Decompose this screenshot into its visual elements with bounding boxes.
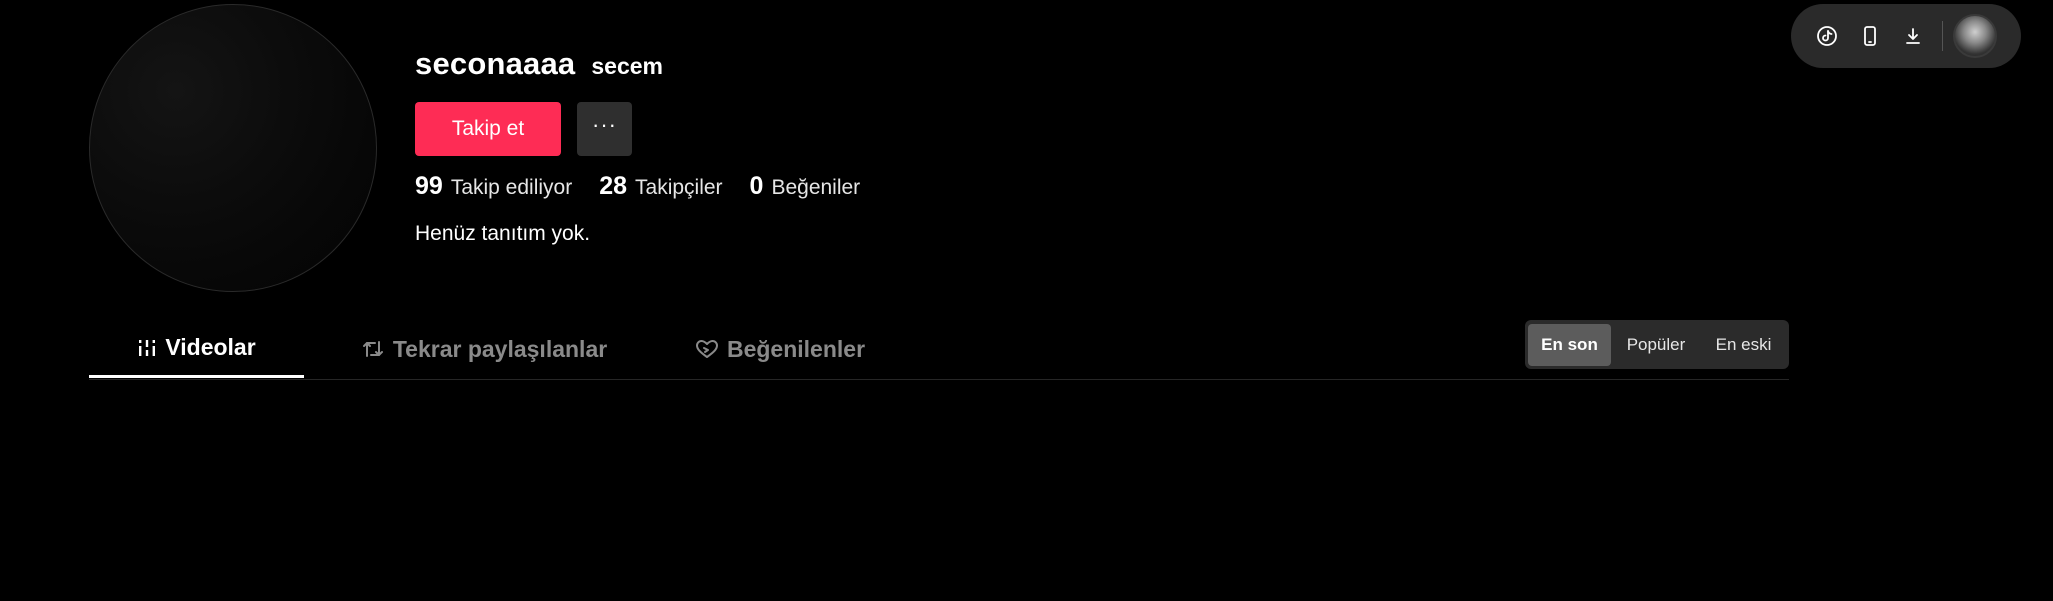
download-icon[interactable] [1897, 20, 1929, 52]
more-options-button[interactable]: ··· [577, 102, 632, 156]
sort-popular[interactable]: Popüler [1611, 324, 1701, 366]
following-count: 99 [415, 172, 443, 200]
profile-bio: Henüz tanıtım yok. [415, 222, 591, 245]
tab-videos-label: Videolar [165, 334, 256, 360]
followers-count: 28 [599, 172, 628, 200]
likes-count: 0 [749, 172, 764, 200]
following-label: Takip ediliyor [450, 176, 573, 199]
repost-icon [361, 338, 385, 360]
profile-stats: 99 Takip ediliyor 28 Takipçiler 0 Beğeni… [415, 172, 860, 201]
top-right-toolbar [1791, 4, 2021, 68]
tab-reposts-label: Tekrar paylaşılanlar [392, 335, 608, 362]
sort-latest[interactable]: En son [1528, 323, 1611, 366]
tiktok-coin-icon[interactable] [1811, 20, 1843, 52]
likes-label: Beğeniler [771, 176, 861, 199]
tabs-divider [89, 379, 1789, 380]
toolbar-separator [1942, 21, 1943, 51]
more-dots-icon: ··· [592, 112, 617, 137]
mobile-icon[interactable] [1854, 20, 1886, 52]
profile-tabs: Videolar Tekrar paylaşılanlar Beğenilenl… [89, 320, 890, 378]
name-row: seconaaaa secem [415, 46, 663, 82]
nickname: secem [591, 53, 663, 79]
user-avatar[interactable] [1953, 14, 1997, 58]
tab-videos[interactable]: Videolar [89, 320, 304, 378]
grid-icon [137, 338, 157, 358]
profile-avatar[interactable] [89, 4, 377, 292]
likes-stat: 0 Beğeniler [750, 172, 861, 201]
username: seconaaaa [415, 46, 576, 81]
sort-control: En son Popüler En eski [1525, 320, 1789, 369]
heart-icon [695, 338, 719, 360]
followers-stat[interactable]: 28 Takipçiler [599, 172, 722, 201]
profile-page: seconaaaa secem Takip et ··· 99 Takip ed… [0, 0, 2053, 601]
tab-liked-label: Beğenilenler [726, 335, 866, 362]
followers-label: Takipçiler [635, 176, 723, 199]
tab-liked[interactable]: Beğenilenler [670, 320, 890, 378]
follow-button[interactable]: Takip et [415, 102, 561, 156]
sort-oldest[interactable]: En eski [1701, 324, 1786, 366]
tab-reposts[interactable]: Tekrar paylaşılanlar [334, 320, 634, 378]
following-stat[interactable]: 99 Takip ediliyor [415, 172, 572, 201]
